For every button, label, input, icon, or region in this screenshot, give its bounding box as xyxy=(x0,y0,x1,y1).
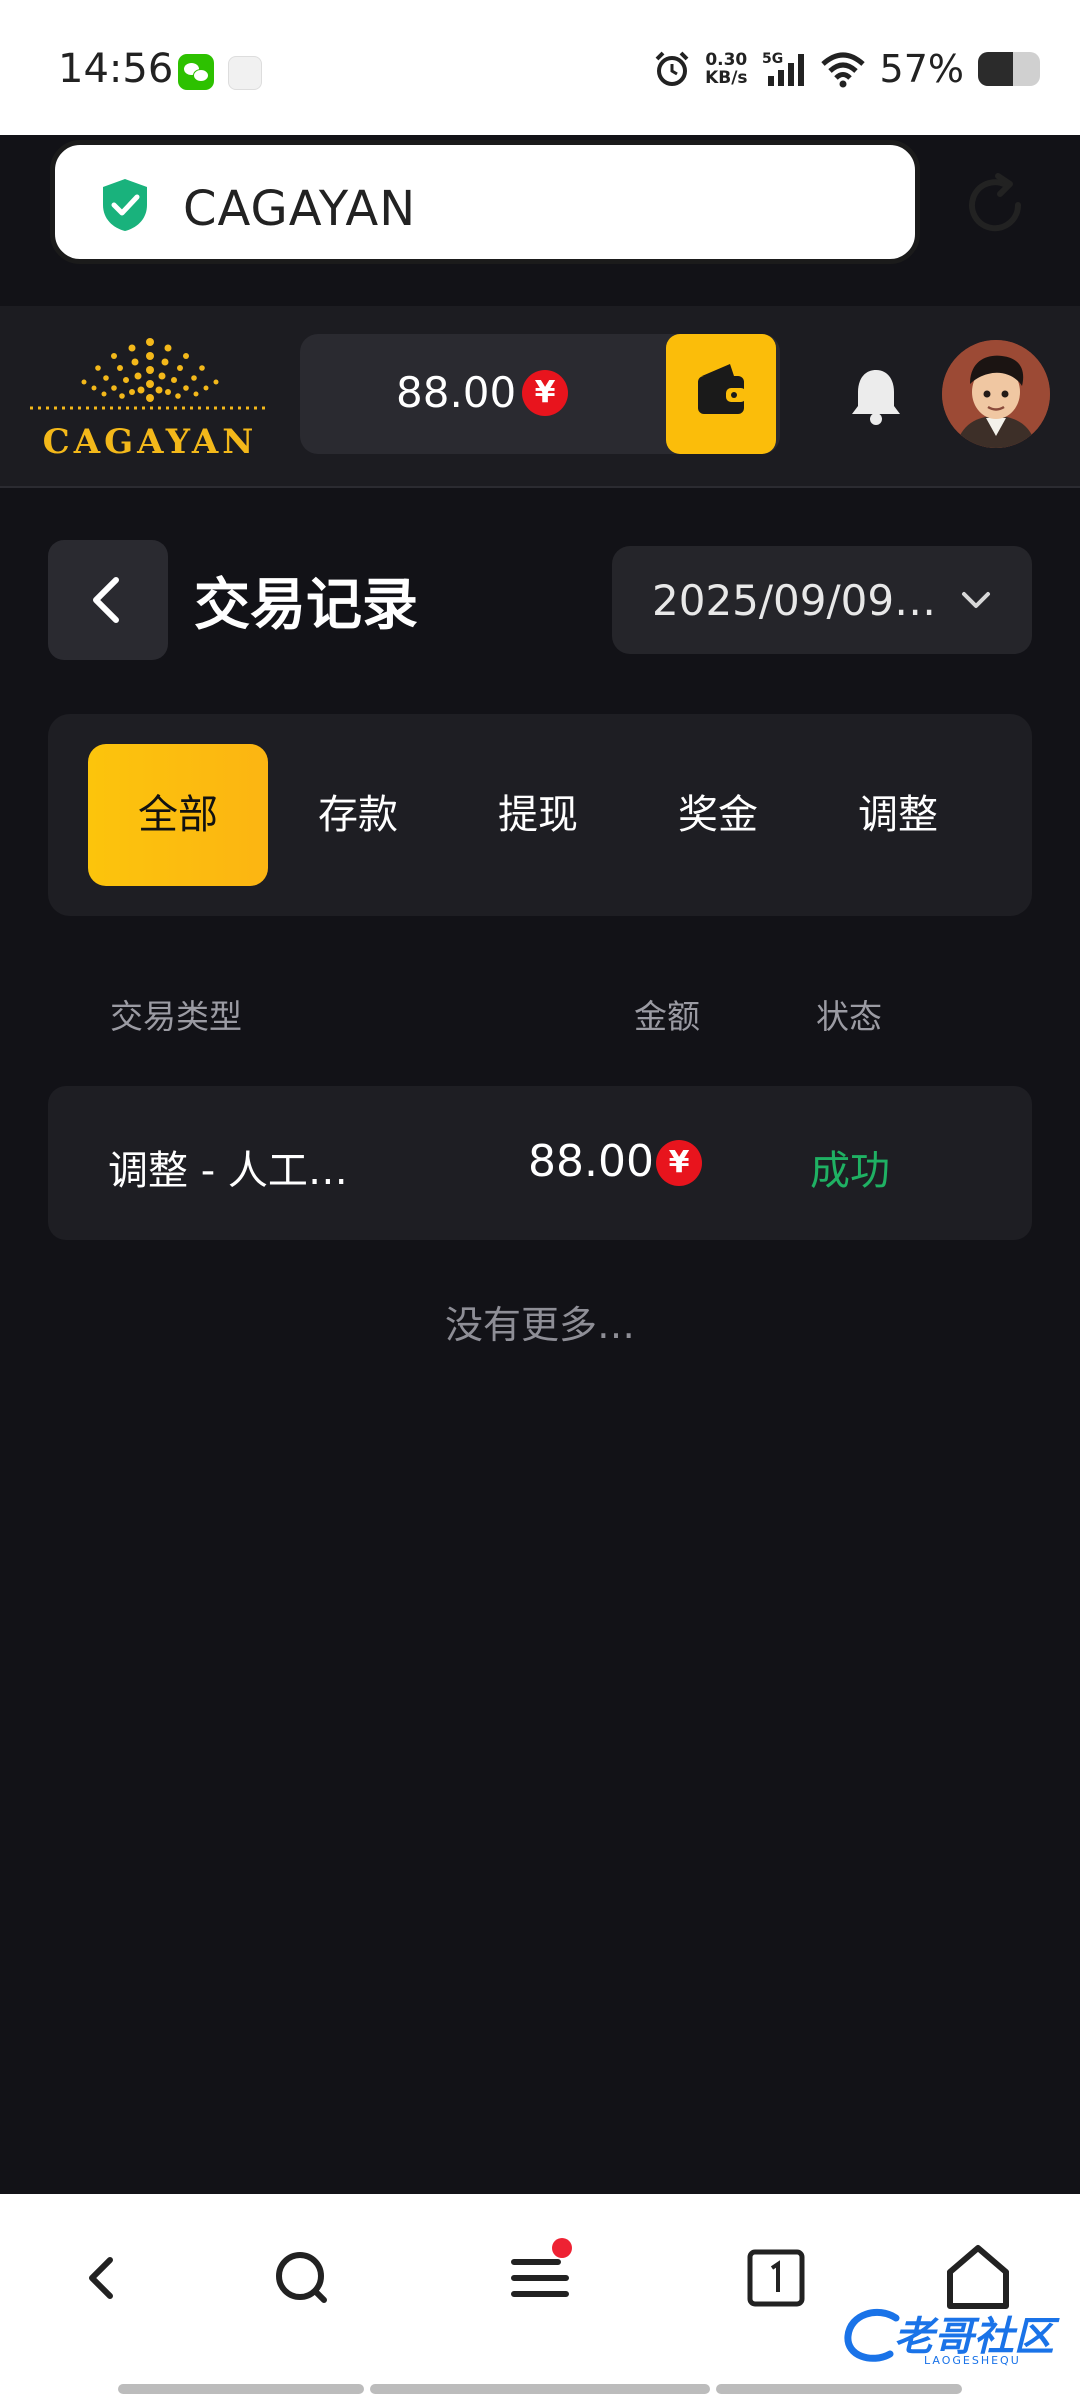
wallet-icon xyxy=(698,364,746,414)
transaction-amount: 88.00 xyxy=(528,1136,654,1187)
search-icon[interactable] xyxy=(262,2238,342,2318)
status-bar: 14:56 0.30 KB/s 5G 57% xyxy=(0,0,1080,135)
battery-icon xyxy=(978,52,1040,86)
column-header-amount: 金额 xyxy=(634,997,700,1036)
url-text: CAGAYAN xyxy=(183,181,417,237)
gesture-bar-right xyxy=(716,2384,962,2394)
tab-deposit[interactable]: 存款 xyxy=(268,744,448,886)
currency-badge: ¥ xyxy=(522,370,568,416)
chevron-down-icon xyxy=(962,592,990,608)
watermark-subtext: LAOGESHEQU xyxy=(924,2354,1021,2367)
column-header-status: 状态 xyxy=(816,997,882,1036)
back-nav-icon[interactable] xyxy=(62,2238,142,2318)
table-row[interactable]: 调整 - 人工… 88.00 ¥ 成功 xyxy=(48,1086,1032,1240)
logo-text: CAGAYAN xyxy=(42,422,258,462)
transaction-status: 成功 xyxy=(810,1148,890,1194)
wechat-notification-icon xyxy=(178,54,214,90)
signal-5g-icon: 5G xyxy=(762,51,804,86)
column-header-type: 交易类型 xyxy=(110,997,242,1036)
shield-check-icon xyxy=(103,179,147,231)
battery-percent: 57% xyxy=(879,47,964,91)
wifi-icon xyxy=(820,52,865,88)
tabs-icon[interactable] xyxy=(736,2238,816,2318)
battery-level-fill xyxy=(978,52,1014,86)
user-avatar-icon xyxy=(942,340,1050,448)
gesture-bar-left xyxy=(118,2384,364,2394)
back-button[interactable] xyxy=(48,540,168,660)
menu-button[interactable] xyxy=(500,2238,580,2318)
notification-dot xyxy=(552,2238,572,2258)
alarm-icon xyxy=(655,51,689,86)
tab-all[interactable]: 全部 xyxy=(88,744,268,886)
avatar[interactable] xyxy=(942,340,1050,448)
end-of-list-message: 没有更多… xyxy=(444,1303,635,1347)
url-bar[interactable]: CAGAYAN xyxy=(50,140,920,264)
status-time: 14:56 xyxy=(58,46,174,92)
date-filter-select[interactable]: 2025/09/09… xyxy=(612,546,1032,654)
network-speed-value: 0.30 xyxy=(705,50,748,70)
transaction-type: 调整 - 人工… xyxy=(108,1148,348,1194)
bell-icon[interactable] xyxy=(848,366,904,426)
watermark: 老哥社区 LAOGESHEQU xyxy=(838,2300,1070,2372)
page-title: 交易记录 xyxy=(194,573,418,638)
app-notification-icon xyxy=(228,56,262,90)
chevron-left-icon xyxy=(93,577,119,623)
status-indicators: 0.30 KB/s 5G 57% xyxy=(653,44,1040,94)
balance-amount: 88.00 xyxy=(396,368,517,417)
tab-bonus[interactable]: 奖金 xyxy=(628,744,808,886)
site-header: CAGAYAN 88.00 ¥ xyxy=(0,306,1080,488)
currency-badge: ¥ xyxy=(656,1140,702,1186)
transaction-type-tabs: 全部 存款 提现 奖金 调整 xyxy=(48,714,1032,916)
cagayan-logo[interactable]: CAGAYAN xyxy=(28,326,272,466)
gesture-bar-center xyxy=(370,2384,710,2394)
sunburst-logo-icon xyxy=(30,338,270,410)
tab-withdraw[interactable]: 提现 xyxy=(448,744,628,886)
reload-icon[interactable] xyxy=(960,170,1030,240)
wallet-button[interactable] xyxy=(666,334,776,454)
network-speed-unit: KB/s xyxy=(705,68,748,88)
tab-adjustment[interactable]: 调整 xyxy=(808,744,988,886)
balance-box: 88.00 ¥ xyxy=(300,334,780,454)
network-speed: 0.30 KB/s xyxy=(705,51,747,87)
date-filter-value: 2025/09/09… xyxy=(652,576,937,625)
network-type-label: 5G xyxy=(762,51,783,67)
